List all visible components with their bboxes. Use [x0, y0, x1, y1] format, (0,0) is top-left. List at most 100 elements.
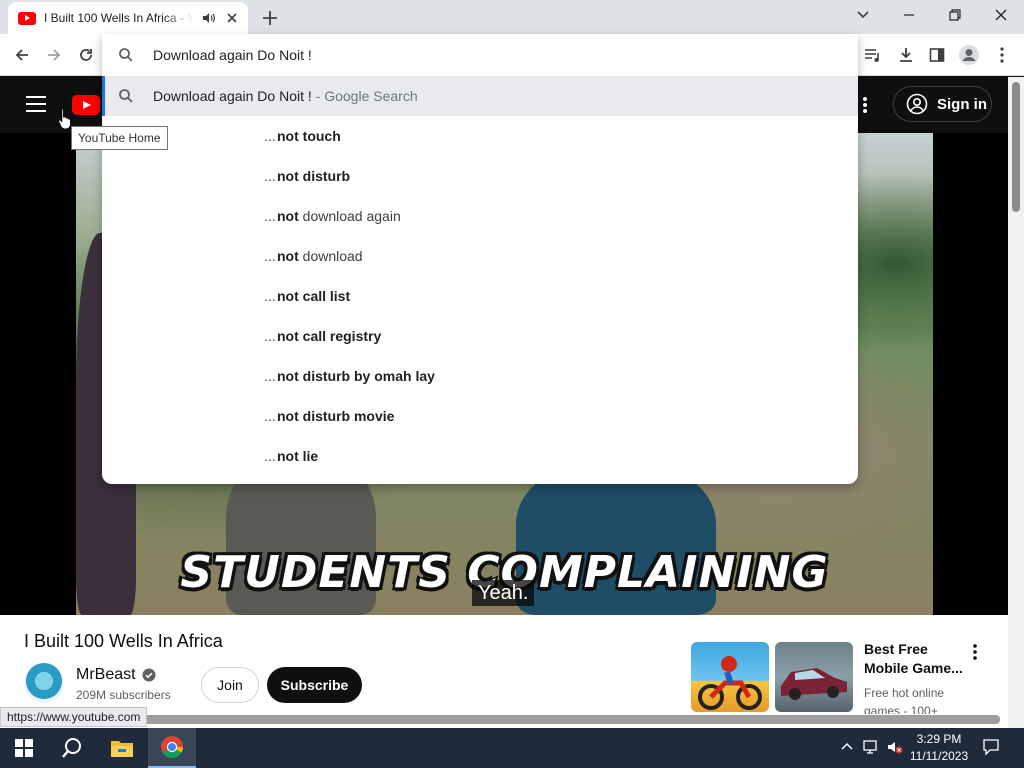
- suggestion-prefix: ...: [264, 408, 276, 424]
- plus-icon[interactable]: [260, 8, 280, 28]
- omnibox-suggestion[interactable]: ... not disturb: [102, 156, 858, 196]
- join-button[interactable]: Join: [201, 667, 259, 703]
- car-game-icon: [781, 668, 847, 700]
- ad-title[interactable]: Best Free Mobile Game...: [864, 640, 964, 678]
- suggestion-text: not touch: [277, 128, 341, 144]
- closed-caption: Yeah.: [472, 580, 535, 606]
- omnibox-suggestion-search[interactable]: Download again Do Noit ! - Google Search: [102, 76, 858, 116]
- network-icon[interactable]: [862, 738, 880, 756]
- address-bar[interactable]: Download again Do Noit !: [102, 34, 858, 76]
- browser-menu-button[interactable]: [988, 41, 1016, 69]
- restore-icon: [949, 9, 961, 21]
- restore-button[interactable]: [932, 0, 978, 30]
- clock-time: 3:29 PM: [916, 732, 962, 746]
- suggestion-prefix: ...: [264, 208, 276, 224]
- suggestion-prefix: ...: [264, 448, 276, 464]
- more-icon[interactable]: [862, 96, 868, 114]
- subscriber-count: 209M subscribers: [76, 688, 171, 702]
- omnibox-suggestion[interactable]: ... not touch: [102, 116, 858, 156]
- more-icon[interactable]: [972, 644, 978, 660]
- sign-in-label: Sign in: [937, 95, 987, 113]
- motorbike-game-icon: [698, 656, 762, 710]
- omnibox-suggestion[interactable]: ... not disturb movie: [102, 396, 858, 436]
- suggestion-prefix: ...: [264, 128, 276, 144]
- browser-tab[interactable]: I Built 100 Wells In Africa - YouTube: [8, 2, 248, 34]
- tab-search-button[interactable]: [840, 0, 886, 30]
- media-queue-button[interactable]: [859, 41, 887, 69]
- close-icon[interactable]: [224, 10, 240, 26]
- back-button[interactable]: [8, 41, 36, 69]
- forward-icon: [48, 49, 61, 61]
- channel-avatar[interactable]: [24, 663, 64, 703]
- suggestion-prefix: ...: [264, 288, 276, 304]
- reload-button[interactable]: [72, 41, 100, 69]
- chevron-down-icon: [857, 11, 869, 19]
- ad-description: Free hot online games - 100+: [864, 686, 945, 714]
- window-close-button[interactable]: [978, 0, 1024, 30]
- tab-strip: I Built 100 Wells In Africa - YouTube: [0, 0, 1024, 34]
- subscribe-button[interactable]: Subscribe: [267, 667, 362, 703]
- channel-name-label: MrBeast: [76, 666, 136, 683]
- suggestion-text: Download again Do Noit ! - Google Search: [153, 88, 418, 104]
- close-icon: [995, 9, 1007, 21]
- suggestion-text: not call list: [277, 288, 351, 304]
- suggestion-prefix: ...: [264, 328, 276, 344]
- omnibox-suggestion[interactable]: ... not disturb by omah lay: [102, 356, 858, 396]
- chrome-icon: [161, 736, 183, 758]
- account-icon: [906, 93, 928, 115]
- search-icon: [119, 48, 133, 62]
- ad-thumbnail[interactable]: [775, 642, 853, 712]
- search-icon: [119, 89, 133, 103]
- suggestion-text: not disturb: [277, 168, 351, 184]
- suggestion-text: not download again: [277, 208, 401, 224]
- scrollbar-thumb[interactable]: [1012, 82, 1020, 212]
- omnibox-dropdown: Download again Do Noit ! Download again …: [102, 34, 858, 484]
- minimize-icon: [904, 14, 914, 16]
- profile-icon: [959, 45, 979, 65]
- start-button[interactable]: [0, 728, 48, 768]
- chrome-taskbar-button[interactable]: [148, 728, 196, 768]
- taskbar-search-button[interactable]: [48, 728, 96, 768]
- horizontal-scrollbar[interactable]: [140, 715, 1000, 724]
- omnibox-suggestion[interactable]: ... not download: [102, 236, 858, 276]
- suggestion-text: not disturb by omah lay: [277, 368, 435, 384]
- back-icon: [15, 49, 28, 61]
- suggestion-text: not lie: [277, 448, 319, 464]
- show-hidden-icons-icon[interactable]: [838, 738, 856, 756]
- file-explorer-button[interactable]: [98, 728, 146, 768]
- side-panel-icon: [929, 48, 945, 62]
- reload-icon: [80, 49, 92, 61]
- suggestion-text: not download: [277, 248, 363, 264]
- profile-button[interactable]: [955, 41, 983, 69]
- download-icon: [900, 48, 912, 62]
- search-icon: [62, 738, 81, 758]
- youtube-logo[interactable]: [72, 95, 100, 115]
- side-panel-button[interactable]: [923, 41, 951, 69]
- minimize-button[interactable]: [886, 0, 932, 30]
- video-title: I Built 100 Wells In Africa: [24, 631, 223, 651]
- omnibox-suggestion[interactable]: ... not call registry: [102, 316, 858, 356]
- download-button[interactable]: [892, 41, 920, 69]
- channel-name[interactable]: MrBeast: [76, 666, 156, 684]
- windows-start-icon: [15, 739, 33, 757]
- tab-title: I Built 100 Wells In Africa - YouTube: [44, 11, 194, 25]
- suggestion-prefix: ...: [264, 248, 276, 264]
- media-queue-icon: [865, 49, 879, 62]
- hamburger-menu-icon[interactable]: [26, 96, 46, 112]
- taskbar-clock[interactable]: 3:29 PM 11/11/2023: [900, 731, 978, 765]
- omnibox-suggestion[interactable]: ... not call list: [102, 276, 858, 316]
- clock-date: 11/11/2023: [909, 749, 969, 763]
- sign-in-button[interactable]: Sign in: [893, 86, 992, 122]
- omnibox-suggestion[interactable]: ... not lie: [102, 436, 858, 476]
- status-bar-url: https://www.youtube.com: [0, 707, 148, 727]
- notifications-icon[interactable]: [982, 738, 1000, 756]
- youtube-icon: [18, 11, 36, 25]
- forward-button[interactable]: [40, 41, 68, 69]
- speaker-icon[interactable]: [202, 11, 216, 25]
- suggestion-text: not call registry: [277, 328, 382, 344]
- address-bar-input[interactable]: Download again Do Noit !: [153, 47, 312, 63]
- omnibox-suggestion[interactable]: ... not download again: [102, 196, 858, 236]
- logo-tooltip: YouTube Home: [71, 126, 168, 150]
- ad-thumbnail[interactable]: [691, 642, 769, 712]
- suggestion-prefix: ...: [264, 168, 276, 184]
